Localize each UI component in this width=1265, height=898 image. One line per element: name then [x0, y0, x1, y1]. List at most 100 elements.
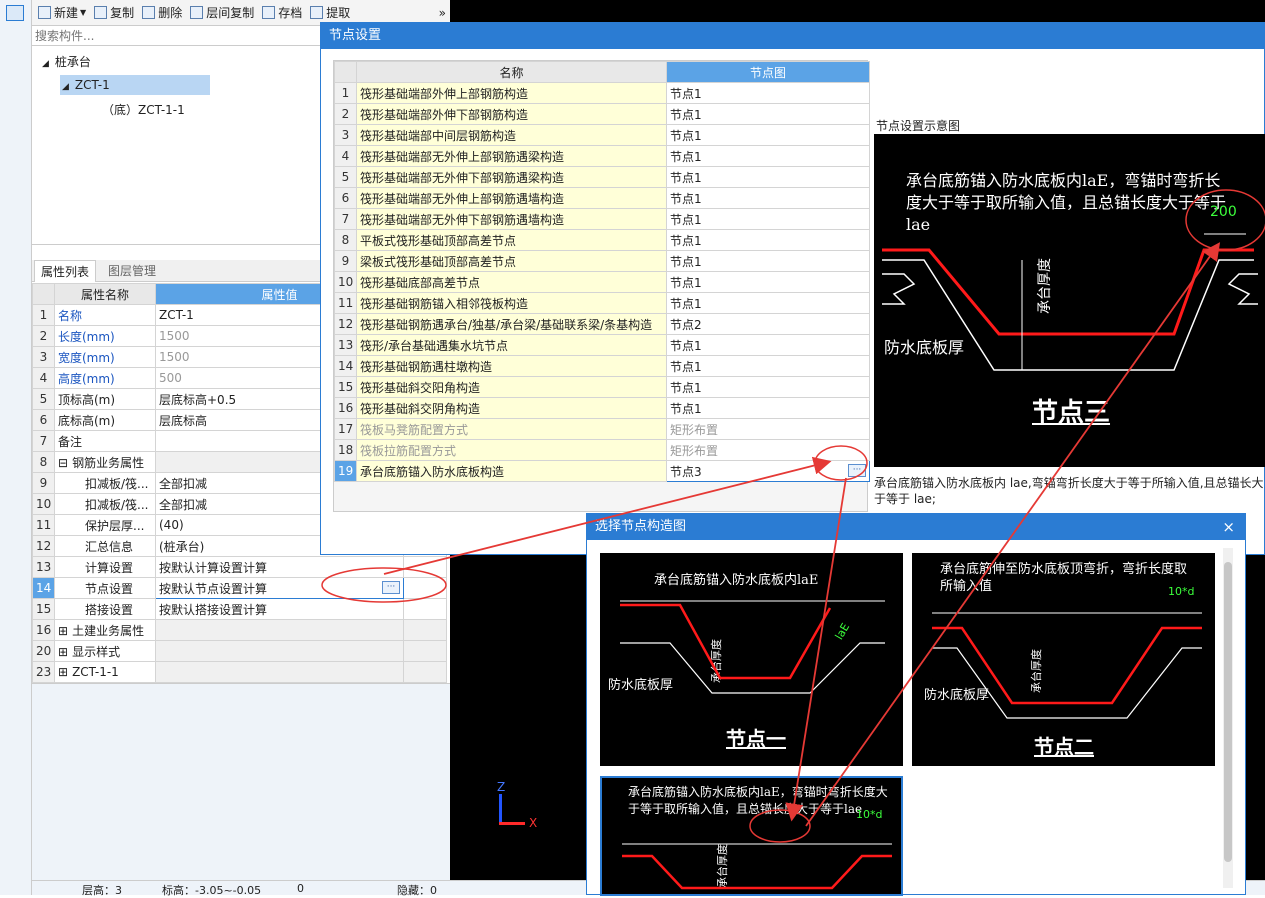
node-name: 筏板拉筋配置方式	[356, 439, 667, 461]
tree-expand-icon[interactable]: ◢	[42, 59, 49, 69]
prop-value[interactable]	[155, 661, 404, 683]
node-name: 筏形基础钢筋遇承台/独基/承台梁/基础联系梁/条基构造	[356, 313, 667, 335]
node-row[interactable]: 6 筏形基础端部无外伸上部钢筋遇墙构造 节点1	[334, 187, 870, 209]
copy-button[interactable]: 复制	[94, 2, 134, 24]
node-row[interactable]: 8 平板式筏形基础顶部高差节点 节点1	[334, 229, 870, 251]
prop-name: 高度(mm)	[54, 367, 156, 389]
expand-icon[interactable]: ⊞	[58, 665, 68, 679]
prop-value[interactable]	[155, 640, 404, 662]
row-number: 1	[32, 304, 55, 326]
node-row[interactable]: 7 筏形基础端部无外伸下部钢筋遇墙构造 节点1	[334, 208, 870, 230]
tree-expand-icon[interactable]: ◢	[62, 82, 69, 92]
node-value[interactable]: 节点1	[666, 355, 870, 377]
prop-row[interactable]: 15 搭接设置 按默认搭接设置计算	[32, 598, 447, 620]
row-number: 20	[32, 640, 55, 662]
row-number: 13	[334, 334, 357, 356]
row-number: 19	[334, 460, 357, 482]
node-value[interactable]: 矩形布置	[666, 439, 870, 461]
node-value[interactable]: 节点1	[666, 334, 870, 356]
expand-icon[interactable]: ⊟	[58, 456, 68, 470]
node-value[interactable]: 节点1	[666, 103, 870, 125]
prop-name: 长度(mm)	[54, 325, 156, 347]
node-name: 筏形基础端部无外伸下部钢筋遇梁构造	[356, 166, 667, 188]
tab-layer-management[interactable]: 图层管理	[102, 260, 162, 282]
node-value[interactable]: 节点1	[666, 166, 870, 188]
row-number: 16	[32, 619, 55, 641]
row-number: 8	[334, 229, 357, 251]
prop-row[interactable]: 14 节点设置 按默认节点设置计算 ···	[32, 577, 447, 599]
delete-button[interactable]: 删除	[142, 2, 182, 24]
node-value[interactable]: 节点2	[666, 313, 870, 335]
more-options-icon[interactable]: ···	[382, 581, 400, 594]
node-row[interactable]: 13 筏形/承台基础遇集水坑节点 节点1	[334, 334, 870, 356]
node-row[interactable]: 17 筏板马凳筋配置方式 矩形布置	[334, 418, 870, 440]
node-option-1[interactable]: 承台底筋锚入防水底板内laE 防水底板厚 laE 承台厚度 节点一	[600, 553, 903, 766]
row-number: 14	[32, 577, 55, 599]
prop-value[interactable]: 按默认计算设置计算	[155, 556, 404, 578]
row-number: 1	[334, 82, 357, 104]
node-row[interactable]: 3 筏形基础端部中间层钢筋构造 节点1	[334, 124, 870, 146]
prop-value[interactable]: 按默认搭接设置计算	[155, 598, 404, 620]
node-row[interactable]: 11 筏形基础钢筋锚入相邻筏板构造 节点1	[334, 292, 870, 314]
node-value[interactable]: 节点1	[666, 82, 870, 104]
extract-button[interactable]: 提取	[310, 2, 350, 24]
prop-row[interactable]: 13 计算设置 按默认计算设置计算	[32, 556, 447, 578]
preview-outline	[882, 259, 1254, 371]
node-row[interactable]: 12 筏形基础钢筋遇承台/独基/承台梁/基础联系梁/条基构造 节点2	[334, 313, 870, 335]
col-name: 名称	[356, 61, 667, 83]
prop-row[interactable]: 23 ⊞ ZCT-1-1	[32, 661, 447, 683]
node-row[interactable]: 18 筏板拉筋配置方式 矩形布置	[334, 439, 870, 461]
prop-value[interactable]	[155, 619, 404, 641]
tree-child[interactable]: ◢ ZCT-1	[60, 75, 210, 95]
node-row[interactable]: 5 筏形基础端部无外伸下部钢筋遇梁构造 节点1	[334, 166, 870, 188]
node-row[interactable]: 4 筏形基础端部无外伸上部钢筋遇梁构造 节点1	[334, 145, 870, 167]
prop-row[interactable]: 16 ⊞ 土建业务属性	[32, 619, 447, 641]
node-value[interactable]: 节点1	[666, 124, 870, 146]
scrollbar[interactable]	[1223, 548, 1233, 888]
node-value[interactable]: 节点1	[666, 376, 870, 398]
status-floor-height: 层高：3	[82, 884, 122, 897]
tree-grandchild[interactable]: （底）ZCT-1-1	[102, 101, 185, 118]
prop-value[interactable]: 按默认节点设置计算 ···	[155, 577, 404, 599]
node-row[interactable]: 10 筏形基础底部高差节点 节点1	[334, 271, 870, 293]
node-row[interactable]: 9 梁板式筏形基础顶部高差节点 节点1	[334, 250, 870, 272]
node-value[interactable]: 节点1	[666, 292, 870, 314]
scrollbar-thumb[interactable]	[1224, 562, 1232, 862]
preview-title: 节点设置示意图	[876, 119, 961, 133]
node-row[interactable]: 15 筏形基础斜交阳角构造 节点1	[334, 376, 870, 398]
node-value[interactable]: 节点3 ···	[666, 460, 870, 482]
node-value[interactable]: 节点1	[666, 229, 870, 251]
node-value[interactable]: 矩形布置	[666, 418, 870, 440]
tree-root[interactable]: ◢ 桩承台	[42, 53, 91, 70]
save-button[interactable]: 存档	[262, 2, 302, 24]
row-number: 7	[32, 430, 55, 452]
row-number: 11	[32, 514, 55, 536]
prop-name: 扣减板/筏...	[54, 493, 156, 515]
node-option-2[interactable]: 承台底筋伸至防水底板顶弯折，弯折长度取所输入值 10*d 防水底板厚 承台厚度 …	[912, 553, 1215, 766]
node-value[interactable]: 节点1	[666, 397, 870, 419]
node-row[interactable]: 2 筏形基础端部外伸下部钢筋构造 节点1	[334, 103, 870, 125]
node-row[interactable]: 1 筏形基础端部外伸上部钢筋构造 节点1	[334, 82, 870, 104]
node-row[interactable]: 14 筏形基础钢筋遇柱墩构造 节点1	[334, 355, 870, 377]
node-row[interactable]: 16 筏形基础斜交阴角构造 节点1	[334, 397, 870, 419]
prop-name: ⊟ 钢筋业务属性	[54, 451, 156, 473]
node-name: 平板式筏形基础顶部高差节点	[356, 229, 667, 251]
tab-property-list[interactable]: 属性列表	[34, 260, 97, 282]
node-value[interactable]: 节点1	[666, 271, 870, 293]
node-row[interactable]: 19 承台底筋锚入防水底板构造 节点3 ···	[334, 460, 870, 482]
more-button[interactable]: »	[439, 2, 446, 24]
node-option-3[interactable]: 承台底筋锚入防水底板内laE，弯锚时弯折长度大于等于取所输入值，且总锚长度大于等…	[600, 776, 903, 896]
prop-name: 名称	[54, 304, 156, 326]
node-value[interactable]: 节点1	[666, 208, 870, 230]
expand-icon[interactable]: ⊞	[58, 624, 68, 638]
prop-row[interactable]: 20 ⊞ 显示样式	[32, 640, 447, 662]
expand-icon[interactable]: ⊞	[58, 645, 68, 659]
node-value[interactable]: 节点1	[666, 250, 870, 272]
close-icon[interactable]: ×	[1222, 514, 1235, 540]
new-button[interactable]: 新建 ▼	[38, 2, 86, 24]
more-options-icon[interactable]: ···	[848, 464, 866, 477]
panel-icon[interactable]	[6, 5, 24, 21]
floor-copy-button[interactable]: 层间复制	[190, 2, 254, 24]
node-value[interactable]: 节点1	[666, 145, 870, 167]
node-value[interactable]: 节点1	[666, 187, 870, 209]
